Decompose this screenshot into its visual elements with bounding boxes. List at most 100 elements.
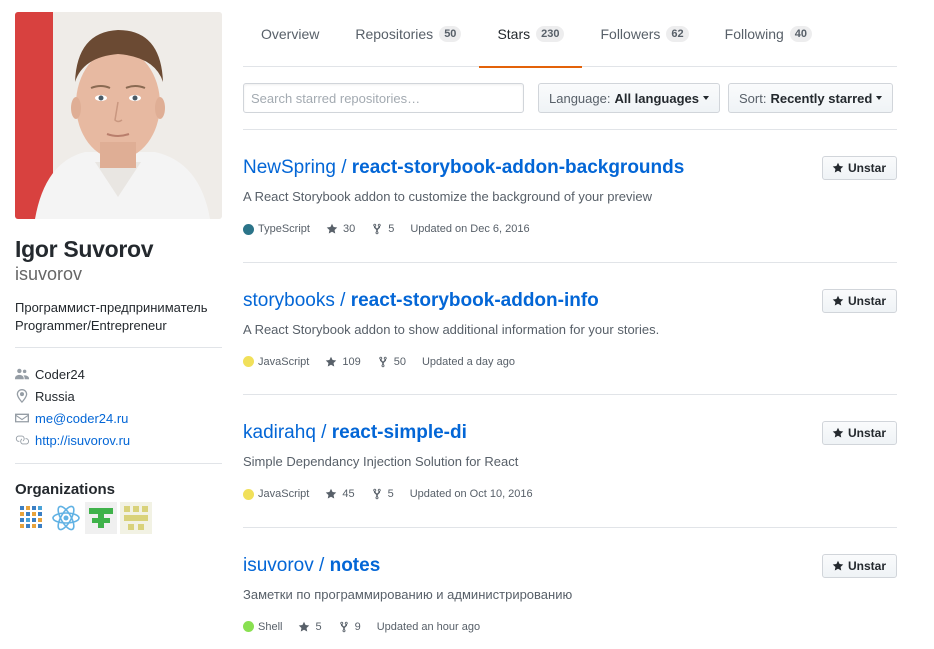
filters-bar: Language: All languages Sort: Recently s… <box>243 83 897 113</box>
language-name: JavaScript <box>258 488 310 500</box>
repo-stars-link[interactable]: 109 <box>325 356 361 368</box>
repo-separator: / <box>334 289 351 311</box>
profile-location: Russia <box>15 385 222 407</box>
updated-text: Updated a day ago <box>421 355 515 368</box>
repo-item: storybooks / react-storybook-addon-info … <box>243 263 897 395</box>
profile-company: Coder24 <box>15 363 222 385</box>
repo-stars-link[interactable]: 30 <box>326 223 355 235</box>
fork-count: 5 <box>388 223 395 235</box>
repo-description: A React Storybook addon to customize the… <box>243 189 653 204</box>
repo-updated: Updated an hour ago <box>377 621 480 633</box>
star-icon <box>832 162 844 173</box>
language-color-dot <box>243 356 254 367</box>
profile-details: Coder24 Russia me@coder24.ru http://isuv… <box>15 363 222 451</box>
fork-icon <box>339 621 348 632</box>
star-count: 30 <box>342 223 356 235</box>
profile-sidebar: Igor Suvorov isuvorov Программист-предпр… <box>15 12 222 534</box>
repo-meta: JavaScript 109 50 Updated a day ago <box>243 356 897 368</box>
repo-separator: / <box>335 157 352 178</box>
repo-language: Shell <box>243 621 282 633</box>
updated-text: Updated on Oct 10, 2016 <box>409 488 533 500</box>
tab-label: Stars <box>497 25 531 42</box>
repo-forks-link[interactable]: 5 <box>371 223 394 235</box>
tab-label: Following <box>724 25 784 42</box>
repo-stars-link[interactable]: 5 <box>298 620 322 633</box>
language-color-dot <box>243 223 254 235</box>
repo-owner: kadirahq <box>243 422 316 443</box>
repo-title-link[interactable]: kadirahq / react-simple-di <box>243 421 897 445</box>
repo-language: JavaScript <box>243 488 309 500</box>
fork-count: 9 <box>354 620 361 633</box>
repo-title-link[interactable]: NewSpring / react-storybook-addon-backgr… <box>243 156 897 180</box>
repo-separator: / <box>315 422 332 443</box>
repo-description: A React Storybook addon to show addition… <box>243 321 660 337</box>
unstar-button[interactable]: Unstar <box>821 553 897 578</box>
language-value: All languages <box>614 90 699 106</box>
unstar-button[interactable]: Unstar <box>821 288 897 313</box>
fork-count: 50 <box>393 355 406 368</box>
org-avatar[interactable] <box>15 502 47 534</box>
tab-following[interactable]: Following 40 <box>707 0 830 67</box>
repo-name: notes <box>329 554 381 576</box>
tab-repositories[interactable]: Repositories 50 <box>337 0 479 67</box>
link-icon <box>15 435 29 445</box>
repo-forks-link[interactable]: 50 <box>377 356 406 368</box>
tab-counter: 40 <box>789 25 813 42</box>
org-avatar[interactable] <box>85 502 117 534</box>
language-name: Shell <box>258 620 283 633</box>
org-avatar[interactable] <box>120 502 152 534</box>
repo-separator: / <box>313 554 330 576</box>
repo-item: NewSpring / react-storybook-addon-backgr… <box>243 130 897 263</box>
repo-meta: TypeScript 30 5 Updated on Dec 6, 2016 <box>243 223 897 235</box>
repo-forks-link[interactable]: 9 <box>338 621 361 633</box>
org-avatar[interactable] <box>50 502 82 534</box>
avatar[interactable] <box>15 12 222 219</box>
sort-label: Sort: <box>738 90 767 106</box>
unstar-button[interactable]: Unstar <box>821 156 897 180</box>
caret-down-icon <box>702 96 709 100</box>
tab-followers[interactable]: Followers 62 <box>582 0 706 67</box>
star-icon <box>832 295 844 305</box>
email-link[interactable]: me@coder24.ru <box>35 411 128 426</box>
repo-stars-link[interactable]: 45 <box>325 488 355 500</box>
repo-updated: Updated on Oct 10, 2016 <box>410 488 533 500</box>
repo-title-link[interactable]: isuvorov / notes <box>243 554 897 578</box>
tab-counter: 50 <box>439 25 462 42</box>
star-count: 5 <box>315 620 322 633</box>
language-select[interactable]: Language: All languages <box>538 83 720 113</box>
repo-item: isuvorov / notes Заметки по программиров… <box>243 528 897 649</box>
repo-meta: Shell 5 9 Updated an hour ago <box>243 621 897 633</box>
repo-owner: storybooks <box>243 289 335 311</box>
unstar-label: Unstar <box>847 426 886 440</box>
repo-owner: isuvorov <box>243 554 314 576</box>
language-color-dot <box>243 488 254 500</box>
fork-icon <box>372 488 381 500</box>
tab-label: Followers <box>600 25 661 42</box>
repo-forks-link[interactable]: 5 <box>371 488 394 500</box>
sort-select[interactable]: Sort: Recently starred <box>727 83 894 113</box>
website-link[interactable]: http://isuvorov.ru <box>35 433 130 448</box>
company-text: Coder24 <box>35 366 85 382</box>
search-starred-input[interactable] <box>243 83 524 113</box>
updated-text: Updated an hour ago <box>376 620 481 633</box>
repo-description: Simple Dependancy Injection Solution for… <box>243 454 519 469</box>
organizations-heading: Organizations <box>15 481 116 498</box>
divider <box>15 463 222 464</box>
fork-icon <box>378 356 387 367</box>
profile-email: me@coder24.ru <box>15 407 222 429</box>
language-label: Language: <box>549 90 611 106</box>
unstar-label: Unstar <box>847 558 886 573</box>
repo-updated: Updated on Dec 6, 2016 <box>410 223 529 235</box>
star-icon <box>832 427 844 438</box>
tab-stars[interactable]: Stars 230 <box>479 0 583 68</box>
unstar-label: Unstar <box>847 293 886 308</box>
profile-bio: Программист-предприниматель Programmer/E… <box>15 299 222 335</box>
repo-title-link[interactable]: storybooks / react-storybook-addon-info <box>243 289 897 313</box>
tab-label: Repositories <box>355 25 434 42</box>
star-count: 45 <box>342 488 355 500</box>
unstar-button[interactable]: Unstar <box>821 421 897 445</box>
repo-meta: JavaScript 45 5 Updated on Oct 10, 2016 <box>243 488 897 500</box>
profile-fullname: Igor Suvorov <box>15 236 154 262</box>
updated-text: Updated on Dec 6, 2016 <box>410 223 530 235</box>
tab-overview[interactable]: Overview <box>243 0 337 67</box>
